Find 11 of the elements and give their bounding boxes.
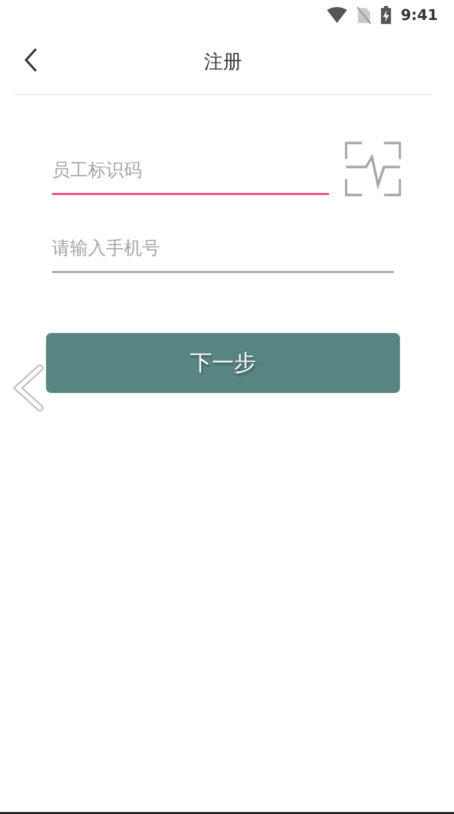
battery-charging-icon <box>380 6 391 24</box>
scan-icon <box>345 141 401 197</box>
next-button[interactable]: 下一步 <box>46 333 400 393</box>
status-time: 9:41 <box>400 6 438 24</box>
floating-back-button[interactable] <box>12 364 46 412</box>
input-field[interactable]: 员工标识码 <box>52 147 329 195</box>
no-sim-icon <box>356 6 371 24</box>
input-field[interactable]: 请输入手机号 <box>52 225 394 273</box>
page-title: 注册 <box>204 50 242 75</box>
scan-button[interactable] <box>345 141 401 197</box>
wifi-icon <box>326 7 347 23</box>
